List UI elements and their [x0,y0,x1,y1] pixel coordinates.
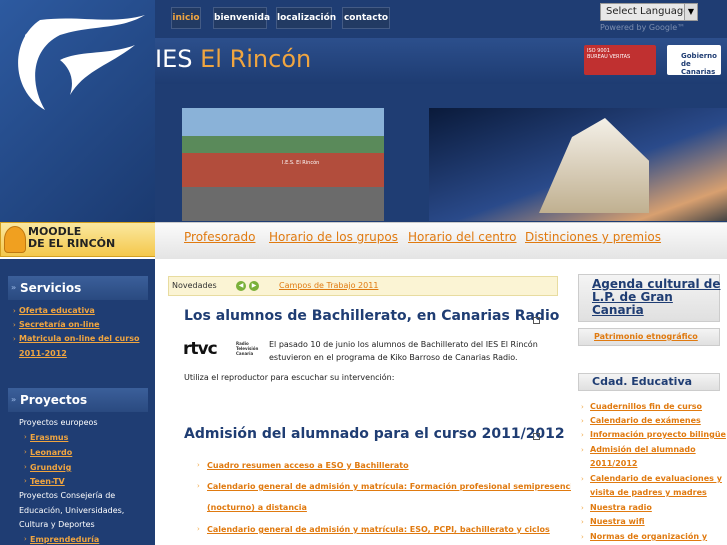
bullet-icon: › [197,461,200,469]
link-leonardo[interactable]: Leonardo [30,448,72,457]
consejeria-line2: Educación, Universidades, [19,506,125,515]
gobierno-line1: Gobierno [681,52,717,60]
link-oferta-educativa[interactable]: Oferta educativa [19,306,95,315]
prev-arrow-icon[interactable]: ◀ [236,281,246,291]
link-nuestra-radio[interactable]: Nuestra radio [590,503,652,512]
article1-title[interactable]: Los alumnos de Bachillerato, en Canarias… [184,308,559,324]
link-calendario-evaluaciones[interactable]: Calendario de evaluaciones y [590,474,722,483]
bullet-icon: › [197,482,200,490]
link-profesorado[interactable]: Profesorado [184,230,255,244]
article1-text2: estuvieron en el programa de Kiko Barros… [269,353,518,362]
site-title[interactable]: IES El Rincón [155,45,311,73]
moodle-icon [4,226,26,253]
bullet-icon: › [24,535,27,543]
moodle-text[interactable]: MOODLE DE EL RINCÓN [28,226,115,250]
link-teen-tv[interactable]: Teen-TV [30,477,65,486]
certification-badge: ISO 9001 BUREAU VERITAS [584,45,656,75]
bullet-icon: › [13,307,16,315]
bullet-icon: › [24,448,27,456]
agenda-line3: Canaria [592,303,644,317]
nav-localizacion[interactable]: localización [276,7,336,29]
nav-bienvenida[interactable]: bienvenida [213,7,270,29]
powered-by-google: Powered by Google™ [600,23,686,32]
link-horario-grupos[interactable]: Horario de los grupos [269,230,398,244]
bullet-icon: › [197,525,200,533]
link-patrimonio[interactable]: Patrimonio etnográfico [594,332,698,341]
nav-contacto[interactable]: contacto [342,7,390,29]
site-title-part1: IES [155,45,201,73]
link-matricula-year[interactable]: 2011-2012 [19,349,67,358]
link-cuadernillos[interactable]: Cuadernillos fin de curso [590,402,702,411]
chevron-down-icon[interactable]: ▼ [684,3,698,21]
link-normas[interactable]: Normas de organización y [590,532,707,541]
servicios-heading: Servicios [8,276,148,300]
link-calendario-fp-cont[interactable]: (nocturno) a distancia [207,503,307,512]
cert-line2: BUREAU VERITAS [587,54,631,60]
link-emprendeduria[interactable]: Emprendeduría [30,535,99,544]
rtvc-logo: rtvc [183,339,218,359]
external-link-icon[interactable] [533,433,540,440]
link-horario-centro[interactable]: Horario del centro [408,230,517,244]
school-photo: I.E.S. El Rincón [182,108,384,221]
moodle-line2: DE EL RINCÓN [28,237,116,250]
consejeria-line3: Cultura y Deportes [19,520,95,529]
bullet-icon: › [24,477,27,485]
rtvc-sub-line3: Canaria [236,351,254,356]
link-matricula[interactable]: Matricula on-line del curso [19,334,139,343]
article1-text1: El pasado 10 de junio los alumnos de Bac… [269,340,538,349]
link-calendario-fp[interactable]: Calendario general de admisión y matrícu… [207,482,581,491]
bullet-icon: › [24,433,27,441]
link-calendario-eso[interactable]: Calendario general de admisión y matrícu… [207,525,550,534]
rtvc-logo-sub: Radio Televisión Canaria [236,341,258,356]
link-distinciones[interactable]: Distinciones y premios [525,230,661,244]
link-proyecto-bilingue[interactable]: Información proyecto bilingüe [590,430,726,439]
news-label: Novedades [172,281,217,290]
auditorio-photo [429,108,727,221]
link-admision-year[interactable]: 2011/2012 [590,459,637,468]
article1-text3: Utiliza el reproductor para escuchar su … [184,373,395,382]
link-grundvig[interactable]: Grundvig [30,463,71,472]
bullet-icon: › [581,533,584,541]
gobierno-line2: de Canarias [681,60,716,76]
link-erasmus[interactable]: Erasmus [30,433,68,442]
bullet-icon: › [581,417,584,425]
bullet-icon: › [581,475,584,483]
proyectos-europeos: Proyectos europeos [19,418,98,427]
link-secretaria[interactable]: Secretaría on-line [19,320,100,329]
agenda-title[interactable]: Agenda cultural de L.P. de Gran Canaria [592,278,721,317]
auditorio-building [539,118,649,213]
bullet-icon: › [13,321,16,329]
link-nuestra-wifi[interactable]: Nuestra wifi [590,517,645,526]
school-sign: I.E.S. El Rincón [282,160,320,166]
link-calendario-examenes[interactable]: Calendario de exámenes [590,416,701,425]
bullet-icon: › [24,463,27,471]
link-admision[interactable]: Admisión del alumnado [590,445,696,454]
bullet-icon: › [13,335,16,343]
consejeria-line1: Proyectos Consejería de [19,491,116,500]
external-link-icon[interactable] [533,317,540,324]
school-logo-icon [18,15,145,110]
cdad-heading: Cdad. Educativa [592,375,693,388]
bullet-icon: › [581,431,584,439]
news-link[interactable]: Campos de Trabajo 2011 [279,281,378,290]
nav-inicio[interactable]: inicio [171,7,201,29]
logo-panel [0,0,155,222]
article2-title[interactable]: Admisión del alumnado para el curso 2011… [184,426,565,442]
site-title-part2: El Rincón [200,45,312,73]
bullet-icon: › [581,518,584,526]
bullet-icon: › [581,446,584,454]
bullet-icon: › [581,504,584,512]
next-arrow-icon[interactable]: ▶ [249,281,259,291]
proyectos-heading: Proyectos [8,388,148,412]
gobierno-canarias-logo[interactable]: Gobierno de Canarias [667,45,721,76]
link-cuadro-resumen[interactable]: Cuadro resumen acceso a ESO y Bachillera… [207,461,409,470]
bullet-icon: › [581,403,584,411]
link-visita-padres[interactable]: visita de padres y madres [590,488,707,497]
